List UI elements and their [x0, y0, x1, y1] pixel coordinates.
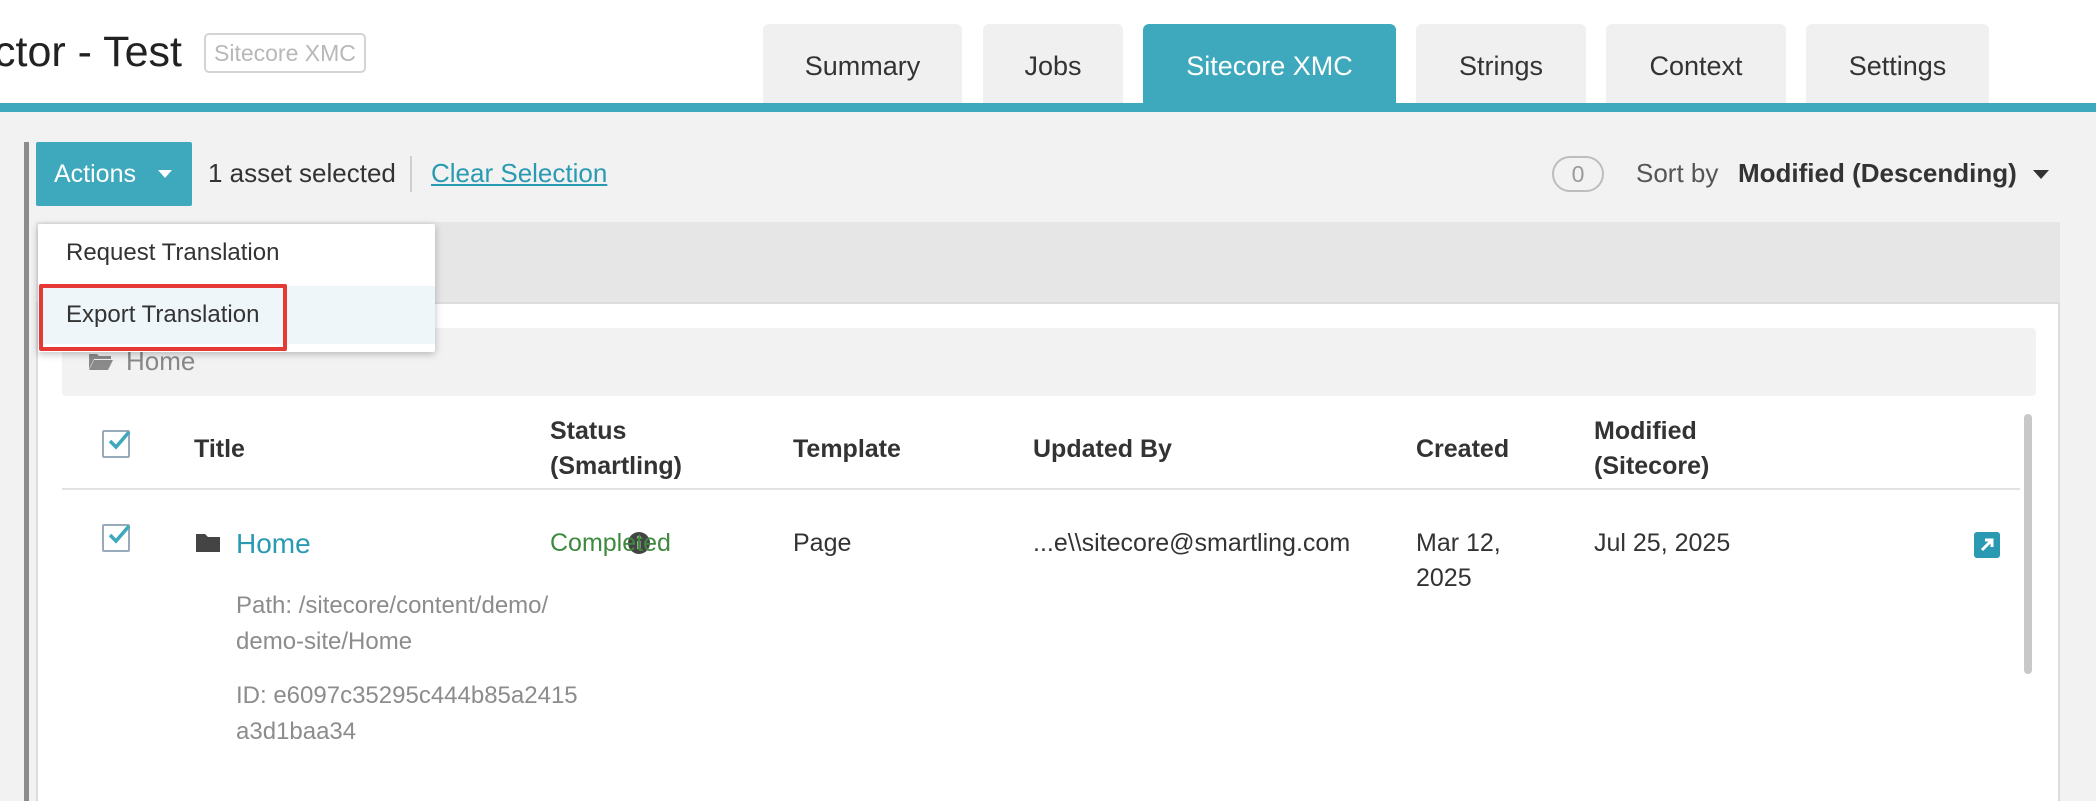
asset-path-line2: demo-site/Home: [236, 628, 413, 655]
row-checkbox[interactable]: [102, 524, 131, 552]
caret-down-icon: [158, 170, 172, 178]
left-divider: [24, 142, 29, 801]
status-badge: Completed: [550, 529, 671, 557]
table-header: Title Status (Smartling) Template Update…: [62, 412, 2020, 490]
created-cell: Mar 12, 2025: [1416, 526, 1501, 596]
checkmark-icon: [108, 524, 131, 544]
menu-item-request-translation[interactable]: Request Translation: [38, 224, 435, 282]
sort-caret-down-icon[interactable]: [2033, 170, 2049, 179]
filter-count-badge: 0: [1552, 156, 1604, 192]
clear-selection-link[interactable]: Clear Selection: [431, 158, 607, 189]
tab-summary[interactable]: Summary: [763, 24, 962, 104]
app-header: ctor - Test Sitecore XMC Summary Jobs Si…: [0, 0, 2096, 104]
column-modified-line1: Modified: [1594, 417, 1697, 445]
folder-open-icon: [89, 354, 113, 370]
asset-path: Path: /sitecore/content/demo/ demo-site/…: [236, 588, 616, 660]
column-modified-line2: (Sitecore): [1594, 452, 1710, 480]
tab-jobs[interactable]: Jobs: [983, 24, 1123, 104]
column-created[interactable]: Created: [1416, 432, 1509, 467]
asset-title-link[interactable]: Home: [236, 528, 311, 560]
created-line1: Mar 12,: [1416, 529, 1501, 557]
select-all-checkbox[interactable]: [102, 430, 131, 458]
column-template[interactable]: Template: [793, 432, 901, 467]
folder-icon: [196, 534, 220, 552]
column-status-line1: Status: [550, 417, 627, 445]
header-accent-bar: [0, 103, 2096, 112]
table-row[interactable]: Home Path: /sitecore/content/demo/ demo-…: [62, 492, 2020, 801]
asset-toolbar: Actions 1 asset selected Clear Selection…: [36, 142, 2066, 208]
toolbar-divider: [410, 156, 412, 192]
external-link-icon[interactable]: [1974, 532, 2000, 558]
asset-id: ID: e6097c35295c444b85a2415 a3d1baa34: [236, 678, 616, 750]
sort-select[interactable]: Modified (Descending): [1738, 158, 2017, 189]
menu-item-export-translation[interactable]: Export Translation: [38, 286, 435, 344]
actions-button-label: Actions: [54, 160, 136, 188]
column-title[interactable]: Title: [194, 432, 245, 467]
main-content: Actions 1 asset selected Clear Selection…: [0, 112, 2096, 801]
column-updated-by[interactable]: Updated By: [1033, 432, 1172, 467]
asset-panel: Home Title Status (Smartling) Template U…: [36, 302, 2060, 801]
modified-cell: Jul 25, 2025: [1594, 529, 1731, 557]
column-modified[interactable]: Modified (Sitecore): [1594, 414, 1709, 484]
actions-dropdown-menu: Request Translation Export Translation: [38, 224, 435, 352]
tab-context[interactable]: Context: [1606, 24, 1786, 104]
tab-sitecore-xmc[interactable]: Sitecore XMC: [1143, 24, 1396, 104]
created-line2: 2025: [1416, 564, 1472, 592]
column-status[interactable]: Status (Smartling): [550, 414, 682, 484]
column-status-line2: (Smartling): [550, 452, 682, 480]
sort-label: Sort by: [1636, 158, 1719, 188]
connector-badge: Sitecore XMC: [204, 33, 366, 73]
asset-id-line1: ID: e6097c35295c444b85a2415: [236, 682, 578, 709]
checkmark-icon: [108, 430, 131, 450]
template-cell: Page: [793, 529, 852, 557]
table-scrollbar[interactable]: [2024, 414, 2032, 674]
tab-settings[interactable]: Settings: [1806, 24, 1989, 104]
selection-count: 1 asset selected: [208, 158, 396, 188]
tab-strings[interactable]: Strings: [1416, 24, 1586, 104]
asset-id-line2: a3d1baa34: [236, 718, 357, 745]
actions-button[interactable]: Actions: [36, 142, 192, 206]
updated-by-cell: ...e\\sitecore@smartling.com: [1033, 529, 1351, 557]
asset-path-line1: Path: /sitecore/content/demo/: [236, 592, 549, 619]
page-title: ctor - Test: [0, 28, 182, 76]
